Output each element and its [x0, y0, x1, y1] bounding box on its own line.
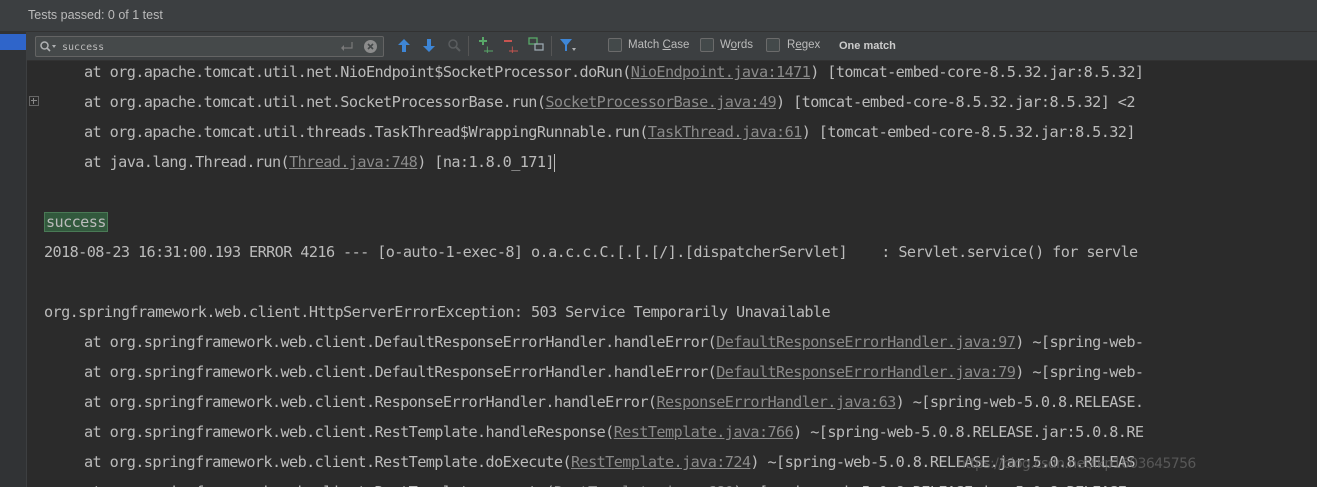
console-text: 2018-08-23 16:31:00.193 ERROR 4216 --- [… [44, 243, 1138, 261]
console-text: at org.springframework.web.client.RestTe… [84, 483, 555, 487]
find-all-icon[interactable] [447, 38, 462, 53]
console-line: at org.springframework.web.client.RestTe… [84, 421, 1144, 451]
console-text-suffix: ) ~[spring-web-5.0.8.RELEASE.jar:5.0.8.R… [733, 483, 1127, 487]
toolbar-separator [551, 36, 552, 56]
console-text: at java.lang.Thread.run( [84, 153, 290, 171]
clear-icon[interactable] [363, 39, 378, 54]
console-text-suffix: ) ~[spring-web-5.0.8.RELEASE.jar:5.0.8.R… [793, 423, 1144, 441]
source-link[interactable]: NioEndpoint.java:1471 [631, 63, 811, 81]
console-line: at org.apache.tomcat.util.net.SocketProc… [84, 91, 1135, 121]
console-text: org.springframework.web.client.HttpServe… [44, 303, 831, 321]
console-text-suffix: ) ~[spring-web- [1015, 333, 1144, 351]
source-link[interactable]: Thread.java:748 [289, 153, 418, 171]
source-link[interactable]: RestTemplate.java:766 [614, 423, 794, 441]
console-line: org.springframework.web.client.HttpServe… [44, 301, 831, 331]
console-text: at org.apache.tomcat.util.net.NioEndpoin… [84, 63, 631, 81]
console-line: at org.springframework.web.client.Defaul… [84, 361, 1144, 391]
source-link[interactable]: DefaultResponseErrorHandler.java:79 [716, 363, 1016, 381]
console-text: at org.apache.tomcat.util.threads.TaskTh… [84, 123, 648, 141]
source-link[interactable]: RestTemplate.java:680 [554, 483, 734, 487]
text-cursor [553, 153, 555, 172]
match-count: One match [839, 40, 896, 52]
console-line: at org.apache.tomcat.util.threads.TaskTh… [84, 121, 1135, 151]
match-case-checkbox[interactable] [608, 38, 622, 52]
console-line: at org.springframework.web.client.RestTe… [84, 481, 1127, 487]
search-input[interactable] [60, 38, 334, 56]
words-label[interactable]: Words [720, 39, 753, 51]
fold-expand-icon[interactable] [29, 96, 39, 106]
console-line: at org.springframework.web.client.Defaul… [84, 331, 1144, 361]
regex-checkbox[interactable] [766, 38, 780, 52]
console-line: 2018-08-23 16:31:00.193 ERROR 4216 --- [… [44, 241, 1138, 271]
console-text-suffix: ) ~[spring-web-5.0.8.RELEASE. [895, 393, 1144, 411]
source-link[interactable]: SocketProcessorBase.java:49 [545, 93, 776, 111]
console-text: at org.springframework.web.client.RestTe… [84, 453, 572, 471]
select-all-occurrences-icon[interactable] [528, 36, 546, 54]
left-tool-gutter [0, 32, 27, 487]
search-box[interactable] [35, 36, 384, 57]
source-link[interactable]: DefaultResponseErrorHandler.java:97 [716, 333, 1016, 351]
console-text: at org.springframework.web.client.RestTe… [84, 423, 614, 441]
dropdown-icon [52, 45, 56, 48]
console-text-suffix: ) ~[spring-web- [1015, 363, 1144, 381]
regex-label[interactable]: Regex [787, 39, 820, 51]
console-text: at org.springframework.web.client.Defaul… [84, 363, 717, 381]
console-text: at org.apache.tomcat.util.net.SocketProc… [84, 93, 546, 111]
console-text-suffix: ) [tomcat-embed-core-8.5.32.jar:8.5.32] … [776, 93, 1135, 111]
find-bar: I I Match Case Words Regex One match [27, 32, 1317, 61]
watermark: https://blog.csdn.net/lkp1603645756 [957, 456, 1196, 472]
search-match-highlight: success [44, 212, 108, 232]
test-status-bar: Tests passed: 0 of 1 test [0, 0, 1317, 32]
console-text-suffix: ) [tomcat-embed-core-8.5.32.jar:8.5.32] [801, 123, 1136, 141]
console-line: at org.apache.tomcat.util.net.NioEndpoin… [84, 61, 1144, 91]
console-line: at java.lang.Thread.run(Thread.java:748)… [84, 151, 555, 181]
svg-text:I: I [511, 46, 514, 54]
remove-occurrence-icon[interactable]: I [503, 36, 521, 54]
console-text: at org.springframework.web.client.Respon… [84, 393, 657, 411]
source-link[interactable]: ResponseErrorHandler.java:63 [656, 393, 896, 411]
source-link[interactable]: TaskThread.java:61 [648, 123, 802, 141]
newline-icon[interactable] [341, 41, 355, 53]
svg-text:I: I [486, 46, 489, 54]
console-output[interactable]: at org.apache.tomcat.util.net.NioEndpoin… [27, 61, 1317, 487]
source-link[interactable]: RestTemplate.java:724 [571, 453, 751, 471]
console-text: at org.springframework.web.client.Defaul… [84, 333, 717, 351]
match-case-label[interactable]: Match Case [628, 39, 689, 51]
words-checkbox[interactable] [700, 38, 714, 52]
console-text-suffix: ) [na:1.8.0_171] [417, 153, 554, 171]
selected-tool-indicator[interactable] [0, 34, 26, 50]
arrow-up-icon[interactable] [397, 38, 411, 53]
console-line: success [44, 211, 108, 241]
arrow-down-icon[interactable] [422, 38, 436, 53]
test-status-text: Tests passed: 0 of 1 test [28, 8, 163, 22]
console-text-suffix: ) [tomcat-embed-core-8.5.32.jar:8.5.32] [810, 63, 1144, 81]
search-icon[interactable] [39, 40, 57, 53]
filter-icon[interactable] [559, 38, 577, 53]
console-line: at org.springframework.web.client.Respon… [84, 391, 1144, 421]
add-occurrence-icon[interactable]: I [478, 36, 496, 54]
toolbar-separator [468, 36, 469, 56]
